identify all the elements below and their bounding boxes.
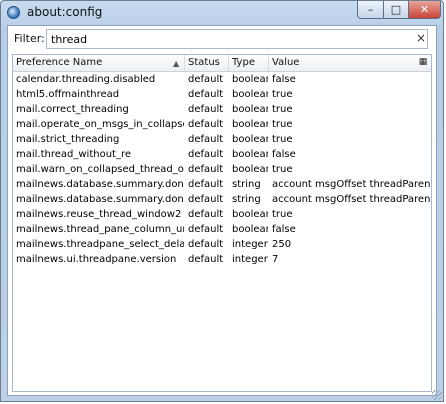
table-row[interactable]: mailnews.ui.threadpane.version default int… bbox=[13, 252, 431, 267]
table-row[interactable]: mail.strict_threading default boolean true bbox=[13, 132, 431, 147]
table-row[interactable]: mailnews.database.summary.dontPre... defa… bbox=[13, 192, 431, 207]
pref-value-cell: false bbox=[272, 74, 296, 85]
column-header-name[interactable]: Preference Name ▲ bbox=[13, 55, 185, 71]
column-header-row: Preference Name ▲ Status Type Value ▦ bbox=[13, 55, 431, 72]
pref-value-cell: 250 bbox=[272, 239, 292, 250]
clear-filter-icon[interactable]: × bbox=[414, 31, 428, 45]
pref-name-cell: mailnews.thread_pane_column_unthr... bbox=[16, 224, 184, 235]
pref-value-cell: false bbox=[272, 224, 296, 235]
pref-name-cell: mail.strict_threading bbox=[16, 134, 120, 145]
pref-status-cell: default bbox=[188, 179, 224, 190]
pref-type-cell: boolean bbox=[232, 89, 268, 100]
filter-input[interactable] bbox=[46, 29, 428, 49]
sort-ascending-icon: ▲ bbox=[173, 59, 180, 68]
pref-name-cell: calendar.threading.disabled bbox=[16, 74, 156, 85]
resize-grip[interactable] bbox=[432, 390, 442, 400]
pref-status-cell: default bbox=[188, 89, 224, 100]
pref-name-cell: mail.operate_on_msgs_in_collapsed_t... bbox=[16, 119, 184, 130]
pref-type-cell: boolean bbox=[232, 209, 268, 220]
pref-value-cell: account msgOffset threadParent m... bbox=[272, 194, 430, 205]
column-picker-icon[interactable]: ▦ bbox=[417, 57, 429, 68]
table-row[interactable]: mailnews.database.summary.dontPre... defa… bbox=[13, 177, 431, 192]
pref-type-cell: string bbox=[232, 194, 261, 205]
pref-type-cell: boolean bbox=[232, 224, 268, 235]
pref-name-cell: mail.thread_without_re bbox=[16, 149, 132, 160]
pref-type-cell: integer bbox=[232, 239, 268, 250]
pref-status-cell: default bbox=[188, 74, 224, 85]
pref-type-cell: boolean bbox=[232, 134, 268, 145]
pref-value-cell: true bbox=[272, 104, 293, 115]
table-row[interactable]: html5.offmainthread default boolean true bbox=[13, 87, 431, 102]
pref-status-cell: default bbox=[188, 119, 224, 130]
column-header-value[interactable]: Value bbox=[269, 55, 409, 71]
about-config-window: about:config – □ ✕ Filter: × Preference … bbox=[0, 0, 444, 402]
pref-type-cell: string bbox=[232, 179, 261, 190]
pref-status-cell: default bbox=[188, 194, 224, 205]
pref-name-cell: mailnews.database.summary.dontPre... bbox=[16, 194, 184, 205]
pref-value-cell: false bbox=[272, 149, 296, 160]
close-icon: ✕ bbox=[419, 3, 430, 16]
pref-value-cell: true bbox=[272, 209, 293, 220]
column-header-status[interactable]: Status bbox=[185, 55, 229, 71]
pref-name-cell: mailnews.threadpane_select_delay bbox=[16, 239, 184, 250]
minimize-icon: – bbox=[367, 3, 374, 16]
pref-status-cell: default bbox=[188, 239, 224, 250]
pref-value-cell: account msgOffset threadParent m... bbox=[272, 179, 430, 190]
pref-status-cell: default bbox=[188, 134, 224, 145]
pref-type-cell: boolean bbox=[232, 149, 268, 160]
pref-name-cell: mailnews.ui.threadpane.version bbox=[16, 254, 177, 265]
table-row[interactable]: mailnews.thread_pane_column_unthr... defa… bbox=[13, 222, 431, 237]
pref-value-cell: true bbox=[272, 89, 293, 100]
pref-status-cell: default bbox=[188, 224, 224, 235]
pref-value-cell: true bbox=[272, 119, 293, 130]
table-row[interactable]: mailnews.threadpane_select_delay default i… bbox=[13, 237, 431, 252]
pref-name-cell: mail.warn_on_collapsed_thread_opera... bbox=[16, 164, 184, 175]
column-header-type[interactable]: Type bbox=[229, 55, 269, 71]
table-row[interactable]: calendar.threading.disabled default boolea… bbox=[13, 72, 431, 87]
pref-value-cell: true bbox=[272, 134, 293, 145]
pref-name-cell: html5.offmainthread bbox=[16, 89, 120, 100]
pref-value-cell: 7 bbox=[272, 254, 279, 265]
pref-value-cell: true bbox=[272, 164, 293, 175]
pref-status-cell: default bbox=[188, 254, 224, 265]
pref-name-cell: mailnews.reuse_thread_window2 bbox=[16, 209, 182, 220]
table-row[interactable]: mail.thread_without_re default boolean fals… bbox=[13, 147, 431, 162]
maximize-button[interactable]: □ bbox=[383, 1, 409, 19]
table-row[interactable]: mailnews.reuse_thread_window2 default bool… bbox=[13, 207, 431, 222]
client-area: Filter: × Preference Name ▲ Status Type … bbox=[7, 25, 437, 396]
preferences-tree[interactable]: Preference Name ▲ Status Type Value ▦ ca… bbox=[12, 54, 432, 392]
filter-bar: Filter: × bbox=[8, 26, 436, 52]
column-header-name-label: Preference Name bbox=[16, 57, 103, 68]
close-button[interactable]: ✕ bbox=[408, 1, 441, 19]
pref-type-cell: boolean bbox=[232, 104, 268, 115]
table-row[interactable]: mail.warn_on_collapsed_thread_opera... de… bbox=[13, 162, 431, 177]
pref-status-cell: default bbox=[188, 104, 224, 115]
pref-type-cell: boolean bbox=[232, 164, 268, 175]
pref-name-cell: mailnews.database.summary.dontPre... bbox=[16, 179, 184, 190]
pref-status-cell: default bbox=[188, 209, 224, 220]
pref-type-cell: integer bbox=[232, 254, 268, 265]
pref-type-cell: boolean bbox=[232, 74, 268, 85]
title-bar[interactable]: about:config – □ ✕ bbox=[1, 1, 443, 25]
minimize-button[interactable]: – bbox=[357, 1, 384, 19]
maximize-icon: □ bbox=[390, 3, 402, 16]
filter-label: Filter: bbox=[14, 32, 45, 45]
pref-type-cell: boolean bbox=[232, 119, 268, 130]
thunderbird-icon bbox=[7, 6, 20, 19]
window-title: about:config bbox=[27, 5, 103, 19]
table-row[interactable]: mail.correct_threading default boolean true bbox=[13, 102, 431, 117]
pref-name-cell: mail.correct_threading bbox=[16, 104, 129, 115]
preferences-list: calendar.threading.disabled default boolea… bbox=[13, 72, 431, 267]
pref-status-cell: default bbox=[188, 164, 224, 175]
pref-status-cell: default bbox=[188, 149, 224, 160]
table-row[interactable]: mail.operate_on_msgs_in_collapsed_t... de… bbox=[13, 117, 431, 132]
